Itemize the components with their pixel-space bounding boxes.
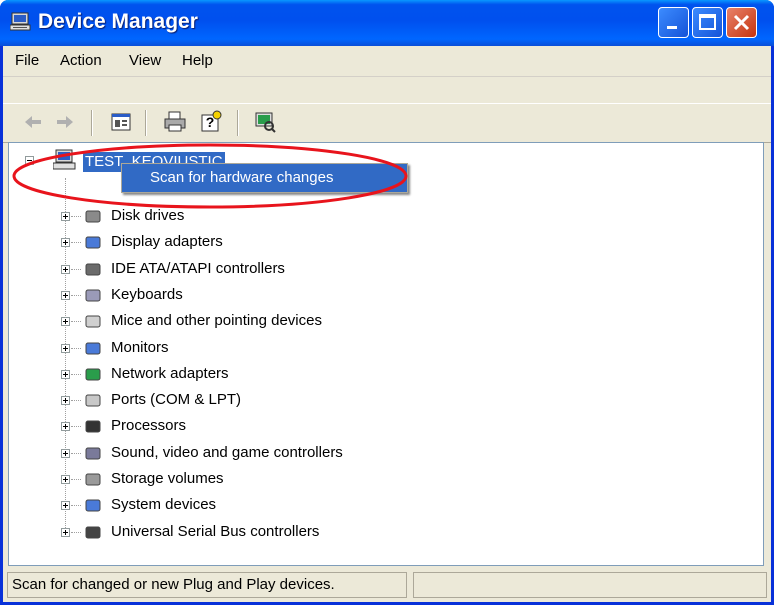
status-pane-empty: [413, 572, 767, 598]
tree-branch-line: [71, 216, 81, 218]
toolbar-separator: [91, 110, 93, 136]
monitor-icon: [85, 342, 101, 354]
title-bar[interactable]: Device Manager: [0, 0, 774, 46]
expand-toggle[interactable]: [61, 343, 70, 353]
tree-branch-line: [71, 294, 81, 297]
context-menu: Scan for hardware changes: [121, 163, 408, 193]
maximize-icon: [699, 14, 716, 30]
tree-node-label: Sound, video and game controllers: [111, 443, 343, 461]
disk-drive-icon: [85, 210, 101, 223]
tree-node-label: Network adapters: [111, 364, 229, 382]
maximize-button[interactable]: [692, 7, 723, 38]
keyboard-icon: [85, 289, 101, 302]
expand-toggle[interactable]: [61, 396, 70, 406]
tree-node-label: Ports (COM & LPT): [111, 391, 242, 409]
tree-node-label: Disk drives: [111, 207, 185, 224]
ide-controller-icon: [85, 263, 101, 276]
properties-panel-icon[interactable]: [109, 110, 133, 134]
tree-node-label: Processors: [111, 417, 187, 435]
device-manager-window: Device Manager File Action View Help ? T…: [0, 0, 774, 605]
menu-action[interactable]: Action: [60, 52, 102, 69]
tree-branch-line: [71, 321, 81, 323]
tree-branch-line: [71, 400, 81, 402]
toolbar-separator: [145, 110, 147, 136]
display-adapter-icon: [85, 236, 101, 249]
tree-node-label: Display adapters: [111, 233, 223, 251]
mouse-icon: [85, 315, 101, 328]
port-icon: [85, 394, 101, 407]
help-icon[interactable]: ?: [199, 110, 223, 134]
tree-node-label: IDE ATA/ATAPI controllers: [111, 259, 285, 277]
status-text: Scan for changed or new Plug and Play de…: [7, 572, 407, 598]
tree-node-label: Keyboards: [111, 285, 183, 303]
expand-toggle[interactable]: [61, 527, 70, 537]
status-bar: Scan for changed or new Plug and Play de…: [3, 570, 771, 602]
minimize-icon: [667, 26, 677, 29]
tree-branch-line: [71, 373, 81, 376]
forward-arrow-icon[interactable]: [53, 110, 77, 134]
tree-branch-line: [71, 505, 81, 507]
tree-branch-line: [71, 479, 81, 481]
expand-toggle[interactable]: [61, 290, 70, 300]
close-icon: [733, 14, 750, 31]
tree-node-label: Storage volumes: [111, 470, 224, 487]
tree-node-label: Monitors: [111, 338, 169, 356]
computer-icon: [53, 149, 76, 170]
menu-file[interactable]: File: [15, 52, 39, 69]
tree-node-label: Mice and other pointing devices: [111, 312, 322, 330]
expand-toggle[interactable]: [61, 369, 70, 379]
menu-help[interactable]: Help: [182, 52, 213, 69]
expand-toggle[interactable]: [61, 448, 70, 458]
usb-icon: [85, 526, 101, 539]
storage-volume-icon: [85, 473, 101, 486]
expand-toggle[interactable]: [61, 212, 70, 221]
tree-node-label: Universal Serial Bus controllers: [111, 522, 320, 540]
toolbar-separator: [237, 110, 239, 136]
tree-node-label: System devices: [111, 496, 217, 514]
expand-toggle[interactable]: [61, 317, 70, 327]
context-menu-scan-item[interactable]: Scan for hardware changes: [150, 169, 333, 186]
tree-branch-line: [71, 531, 81, 534]
menu-view[interactable]: View: [129, 52, 161, 69]
system-device-icon: [85, 499, 101, 512]
expand-toggle[interactable]: [61, 475, 70, 484]
expand-toggle[interactable]: [61, 264, 70, 274]
tree-branch-line: [71, 452, 81, 455]
toolbar: ?: [3, 103, 771, 143]
expand-toggle[interactable]: [61, 501, 70, 511]
expand-toggle[interactable]: [61, 238, 70, 248]
menu-bar: File Action View Help: [3, 46, 771, 77]
back-arrow-icon[interactable]: [21, 110, 45, 134]
tree-branch-line: [71, 242, 81, 244]
expand-toggle[interactable]: [61, 422, 70, 432]
print-icon[interactable]: [163, 110, 187, 134]
tree-branch-line: [71, 347, 81, 350]
device-manager-icon: [10, 12, 31, 31]
sound-icon: [85, 447, 101, 460]
minimize-button[interactable]: [658, 7, 689, 38]
tree-branch-line: [71, 426, 81, 428]
close-button[interactable]: [726, 7, 757, 38]
tree-branch-line: [71, 268, 81, 271]
root-collapse-toggle[interactable]: [25, 156, 34, 165]
scan-hardware-icon[interactable]: [253, 110, 277, 134]
processor-icon: [85, 420, 101, 433]
window-title: Device Manager: [38, 10, 198, 33]
network-adapter-icon: [85, 368, 101, 381]
